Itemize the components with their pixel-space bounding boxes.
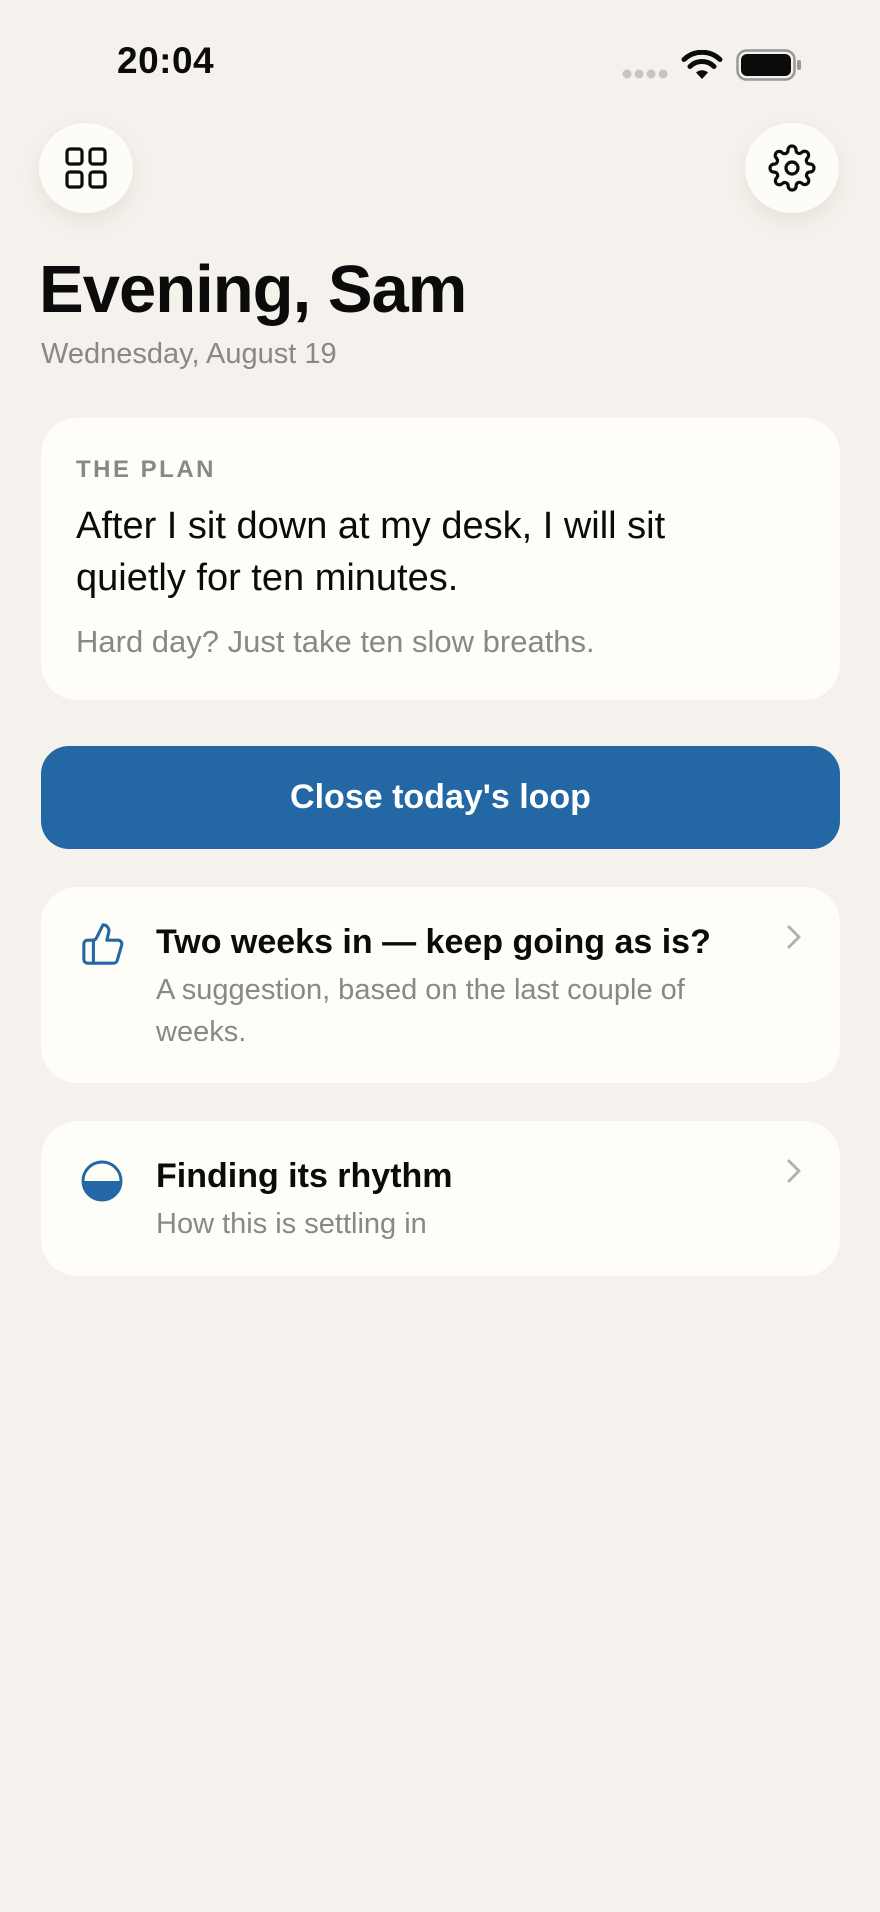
plan-label: THE PLAN [76, 456, 216, 483]
grid-icon [65, 147, 107, 189]
suggestion-title: Two weeks in — keep going as is? [156, 923, 711, 961]
suggestion-card[interactable]: Two weeks in — keep going as is? A sugge… [41, 887, 840, 1083]
status-time: 20:04 [117, 40, 215, 81]
thumbs-up-icon [82, 923, 124, 965]
status-bar: 20:04 [0, 0, 880, 110]
plan-text: After I sit down at my desk, I will sit … [76, 505, 666, 599]
chevron-right-icon [787, 925, 801, 949]
gear-icon [768, 144, 816, 192]
half-circle-icon [81, 1160, 123, 1202]
settings-button[interactable] [745, 123, 839, 213]
suggestion-subtitle: A suggestion, based on the last couple o… [156, 974, 685, 1048]
greeting-title: Evening, Sam [39, 252, 467, 327]
grid-menu-button[interactable] [39, 123, 133, 213]
date-subtitle: Wednesday, August 19 [41, 338, 337, 370]
rhythm-title: Finding its rhythm [156, 1157, 453, 1195]
rhythm-card[interactable]: Finding its rhythm How this is settling … [41, 1121, 840, 1276]
wifi-icon [681, 50, 723, 79]
close-loop-button[interactable]: Close today's loop [41, 746, 840, 849]
plan-fallback-text: Hard day? Just take ten slow breaths. [76, 624, 595, 659]
chevron-right-icon [787, 1159, 801, 1183]
plan-card: THE PLAN After I sit down at my desk, I … [41, 418, 840, 700]
battery-icon [736, 49, 801, 81]
signal-dots-icon [622, 69, 668, 79]
rhythm-subtitle: How this is settling in [156, 1208, 427, 1240]
